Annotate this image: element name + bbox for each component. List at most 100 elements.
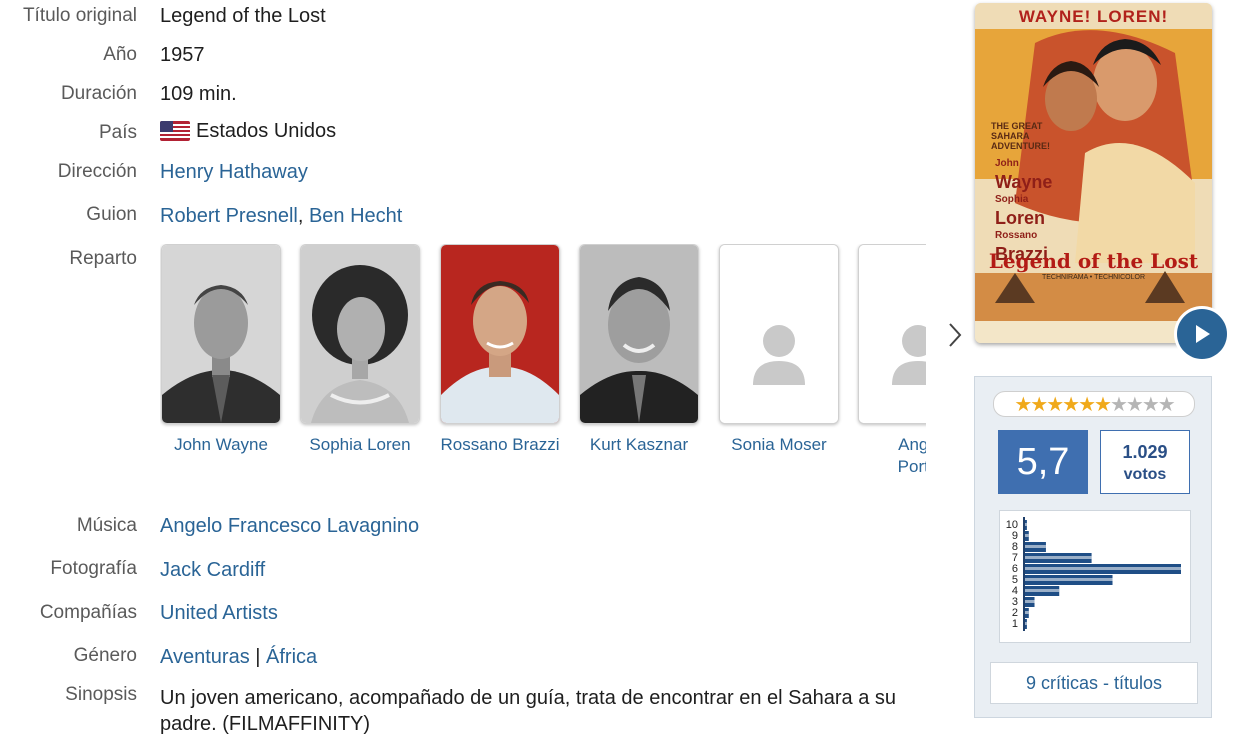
label-script: Guion — [86, 204, 137, 225]
value-original-title: Legend of the Lost — [160, 5, 326, 27]
histogram-bar-highlight — [1025, 589, 1060, 592]
cast-name[interactable]: Sonia Moser — [718, 434, 840, 456]
cast-member[interactable]: Sonia Moser — [718, 244, 840, 456]
cast-member[interactable]: Kurt Kasznar — [578, 244, 700, 456]
star-filled-icon: ★ — [1062, 393, 1080, 416]
genre-link[interactable]: África — [266, 646, 317, 668]
star-rating[interactable]: ★★★★★★★★★★ — [993, 391, 1195, 417]
histogram-bar-highlight — [1025, 523, 1027, 526]
label-country: País — [98, 122, 137, 143]
histogram-chart: 10987654321 — [1006, 517, 1181, 631]
row-duration: Duración — [0, 83, 137, 105]
star-filled-icon: ★ — [1078, 393, 1096, 416]
average-score: 5,7 — [998, 430, 1088, 494]
star-filled-icon: ★ — [1046, 393, 1064, 416]
stars-row: ★★★★★★★★★★ — [1014, 392, 1175, 417]
histogram-bar-highlight — [1025, 545, 1046, 548]
cast-member[interactable]: John Wayne — [160, 244, 282, 456]
label-duration: Duración — [60, 83, 137, 104]
cast-member[interactable]: Rossano Brazzi — [439, 244, 561, 456]
poster-credit: John — [995, 158, 1019, 169]
histogram-bar-highlight — [1025, 611, 1029, 614]
critics-link[interactable]: 9 críticas - títulos — [990, 662, 1198, 704]
star-filled-icon: ★ — [1030, 393, 1048, 416]
label-genre: Género — [73, 645, 137, 666]
cast-carousel: John Wayne Sophia Loren Rossano Brazzi K… — [160, 244, 926, 484]
star-filled-icon: ★ — [1014, 393, 1032, 416]
cast-photo[interactable] — [719, 244, 839, 424]
row-country: País — [0, 122, 137, 144]
poster-credit: Sophia — [995, 194, 1029, 205]
value-genre: Aventuras | África — [160, 646, 317, 668]
cast-name[interactable]: Sophia Loren — [299, 434, 421, 456]
value-music: Angelo Francesco Lavagnino — [160, 515, 419, 537]
cast-member[interactable]: Ange Porta — [857, 244, 926, 478]
writer-separator: , — [297, 205, 309, 227]
writer-link[interactable]: Robert Presnell — [160, 205, 298, 227]
poster-credit: Wayne — [995, 172, 1053, 192]
label-direction: Dirección — [57, 161, 137, 182]
label-year: Año — [103, 44, 137, 65]
value-country: Estados Unidos — [160, 120, 336, 142]
company-link[interactable]: United Artists — [160, 602, 278, 624]
cast-photo[interactable] — [161, 244, 281, 424]
director-link[interactable]: Henry Hathaway — [160, 161, 308, 183]
play-icon — [1196, 325, 1210, 343]
genre-link[interactable]: Aventuras — [160, 646, 250, 668]
placeholder-person-icon — [720, 245, 838, 423]
votes-box[interactable]: 1.029 votos — [1100, 430, 1190, 494]
poster-tagline: THE GREAT SAHARA ADVENTURE! — [991, 121, 1051, 151]
row-script: Guion — [0, 204, 137, 226]
poster-credits: John Wayne Sophia Loren Rossano Brazzi — [995, 155, 1085, 263]
cast-photo[interactable] — [579, 244, 699, 424]
writer-link[interactable]: Ben Hecht — [309, 205, 402, 227]
histogram-bar-highlight — [1025, 622, 1027, 625]
star-empty-icon: ★ — [1141, 393, 1160, 416]
photography-link[interactable]: Jack Cardiff — [160, 559, 265, 581]
cast-photo[interactable] — [300, 244, 420, 424]
value-companies: United Artists — [160, 602, 278, 624]
histogram-bar-highlight — [1025, 578, 1113, 581]
cast-name[interactable]: Kurt Kasznar — [578, 434, 700, 456]
music-link[interactable]: Angelo Francesco Lavagnino — [160, 515, 419, 537]
cast-name-line2[interactable]: Porta — [857, 456, 926, 478]
label-companies: Compañías — [39, 602, 137, 623]
synopsis-line: padre. (FILMAFFINITY) — [160, 713, 371, 735]
label-music: Música — [76, 515, 137, 536]
star-filled-icon: ★ — [1094, 393, 1112, 416]
bw-portrait-image — [162, 245, 280, 423]
histogram-bar-highlight — [1025, 567, 1181, 570]
color-portrait-image — [441, 245, 559, 423]
cast-photo[interactable] — [858, 244, 926, 424]
value-year: 1957 — [160, 44, 205, 66]
poster-credit: Rossano — [995, 230, 1038, 241]
label-cast: Reparto — [69, 248, 137, 269]
row-cast: Reparto — [0, 248, 137, 270]
bw-portrait-image — [301, 245, 419, 423]
chevron-right-icon[interactable] — [944, 320, 966, 350]
poster-footer: TECHNIRAMA • TECHNICOLOR — [1041, 274, 1146, 281]
value-script: Robert Presnell, Ben Hecht — [160, 205, 402, 227]
row-year: Año — [0, 44, 137, 66]
poster-top-text: WAYNE! LOREN! — [1018, 7, 1169, 26]
play-trailer-button[interactable] — [1177, 309, 1227, 359]
histogram-level-label: 1 — [1012, 618, 1018, 630]
cast-name[interactable]: Rossano Brazzi — [439, 434, 561, 456]
value-duration: 109 min. — [160, 83, 237, 105]
row-genre: Género — [0, 645, 137, 667]
cast-name[interactable]: Ange — [857, 434, 926, 456]
synopsis-line: Un joven americano, acompañado de un guí… — [160, 687, 897, 709]
histogram-bar-highlight — [1025, 600, 1035, 603]
usa-flag-icon — [160, 121, 190, 141]
value-photography: Jack Cardiff — [160, 559, 265, 581]
cast-name[interactable]: John Wayne — [160, 434, 282, 456]
value-direction: Henry Hathaway — [160, 161, 308, 183]
cast-photo[interactable] — [440, 244, 560, 424]
label-original-title: Título original — [22, 5, 137, 26]
movie-poster[interactable]: WAYNE! LOREN! THE GREAT SAHARA ADVENTURE… — [975, 3, 1212, 343]
row-original-title: Título original — [0, 5, 137, 27]
histogram-bar-highlight — [1025, 534, 1029, 537]
rating-histogram[interactable]: 10 9 8 7 6 5 4 3 2 1 — [999, 510, 1191, 643]
histogram-bar-highlight — [1025, 556, 1092, 559]
cast-member[interactable]: Sophia Loren — [299, 244, 421, 456]
